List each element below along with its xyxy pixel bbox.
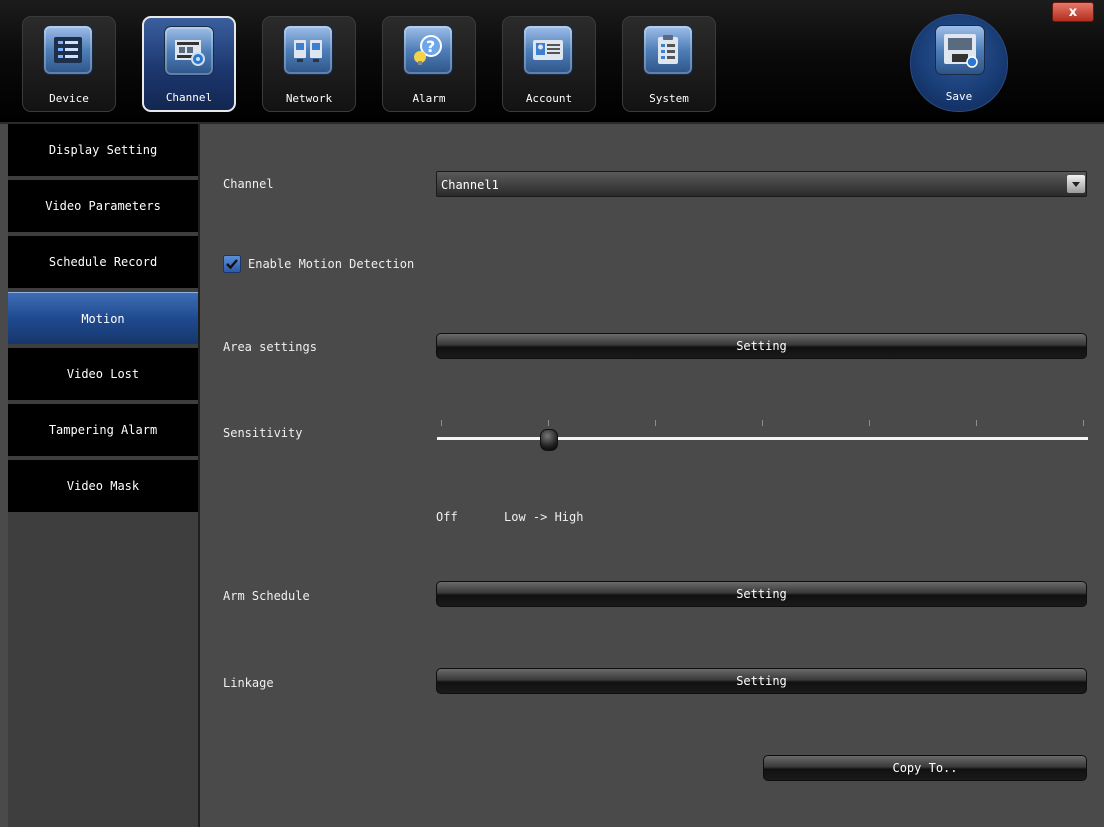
sidebar-item-display-setting[interactable]: Display Setting: [8, 124, 198, 178]
sidebar-item-tampering-alarm[interactable]: Tampering Alarm: [8, 404, 198, 458]
copy-to-button[interactable]: Copy To..: [763, 755, 1087, 781]
sidebar-item-video-parameters[interactable]: Video Parameters: [8, 180, 198, 234]
tab-label: System: [649, 92, 689, 105]
film-gear-icon: [164, 26, 214, 76]
tab-label: Channel: [165, 91, 213, 104]
sensitivity-slider-thumb[interactable]: [540, 429, 558, 451]
sidebar-item-video-lost[interactable]: Video Lost: [8, 348, 198, 402]
tab-label: Network: [285, 92, 333, 105]
sidebar-item-motion[interactable]: Motion: [8, 292, 198, 346]
sensitivity-off-label: Off: [436, 510, 458, 524]
slider-tick: [1083, 420, 1084, 426]
tab-label: Device: [49, 92, 89, 105]
slider-tick: [548, 420, 549, 426]
floppy-disk-icon: [935, 25, 985, 75]
sidebar-item-video-mask[interactable]: Video Mask: [8, 460, 198, 514]
save-label: Save: [945, 90, 973, 103]
tab-system[interactable]: System: [622, 16, 716, 112]
sidebar-item-label: Video Mask: [66, 479, 140, 493]
linkage-label: Linkage: [223, 676, 274, 690]
sidebar-item-label: Video Parameters: [45, 199, 161, 213]
device-list-icon: [43, 25, 93, 75]
alarm-question-icon: ?: [403, 25, 453, 75]
arm-schedule-button[interactable]: Setting: [436, 581, 1087, 607]
copy-to-button-label: Copy To..: [892, 761, 958, 775]
sidebar: Display Setting Video Parameters Schedul…: [8, 124, 200, 827]
channel-select-value: Channel1: [441, 178, 499, 192]
slider-tick: [976, 420, 977, 426]
tab-channel[interactable]: Channel: [142, 16, 236, 112]
area-settings-button-label: Setting: [736, 339, 787, 353]
close-button[interactable]: x: [1052, 2, 1094, 22]
sidebar-item-label: Tampering Alarm: [48, 423, 158, 437]
sensitivity-slider[interactable]: [437, 437, 1088, 440]
checkmark-icon: [226, 259, 238, 270]
enable-motion-checkbox[interactable]: [223, 255, 241, 273]
enable-motion-label[interactable]: Enable Motion Detection: [248, 257, 414, 271]
network-computers-icon: [283, 25, 333, 75]
sidebar-item-label: Display Setting: [48, 143, 158, 157]
slider-tick: [441, 420, 442, 426]
channel-label: Channel: [223, 177, 274, 191]
arm-schedule-label: Arm Schedule: [223, 589, 310, 603]
top-toolbar: x Device Channel Network ? Alarm Account: [0, 0, 1104, 124]
tab-alarm[interactable]: ? Alarm: [382, 16, 476, 112]
tab-device[interactable]: Device: [22, 16, 116, 112]
tab-network[interactable]: Network: [262, 16, 356, 112]
linkage-button-label: Setting: [736, 674, 787, 688]
sidebar-item-label: Schedule Record: [48, 255, 158, 269]
sidebar-item-label: Video Lost: [66, 367, 140, 381]
close-icon: x: [1068, 4, 1078, 20]
tab-label: Alarm: [412, 92, 446, 105]
slider-tick: [762, 420, 763, 426]
sensitivity-range-label: Low -> High: [504, 510, 584, 524]
area-settings-label: Area settings: [223, 340, 317, 354]
sensitivity-label: Sensitivity: [223, 426, 303, 440]
tab-account[interactable]: Account: [502, 16, 596, 112]
sidebar-item-label: Motion: [81, 311, 125, 326]
chevron-down-icon[interactable]: [1067, 175, 1085, 193]
area-settings-button[interactable]: Setting: [436, 333, 1087, 359]
system-clipboard-icon: [643, 25, 693, 75]
linkage-button[interactable]: Setting: [436, 668, 1087, 694]
arm-schedule-button-label: Setting: [736, 587, 787, 601]
slider-tick: [869, 420, 870, 426]
slider-tick: [655, 420, 656, 426]
tab-label: Account: [525, 92, 573, 105]
svg-text:?: ?: [426, 37, 435, 56]
save-button[interactable]: Save: [910, 14, 1008, 112]
account-card-icon: [523, 25, 573, 75]
sidebar-item-schedule-record[interactable]: Schedule Record: [8, 236, 198, 290]
channel-select[interactable]: Channel1: [436, 171, 1087, 197]
